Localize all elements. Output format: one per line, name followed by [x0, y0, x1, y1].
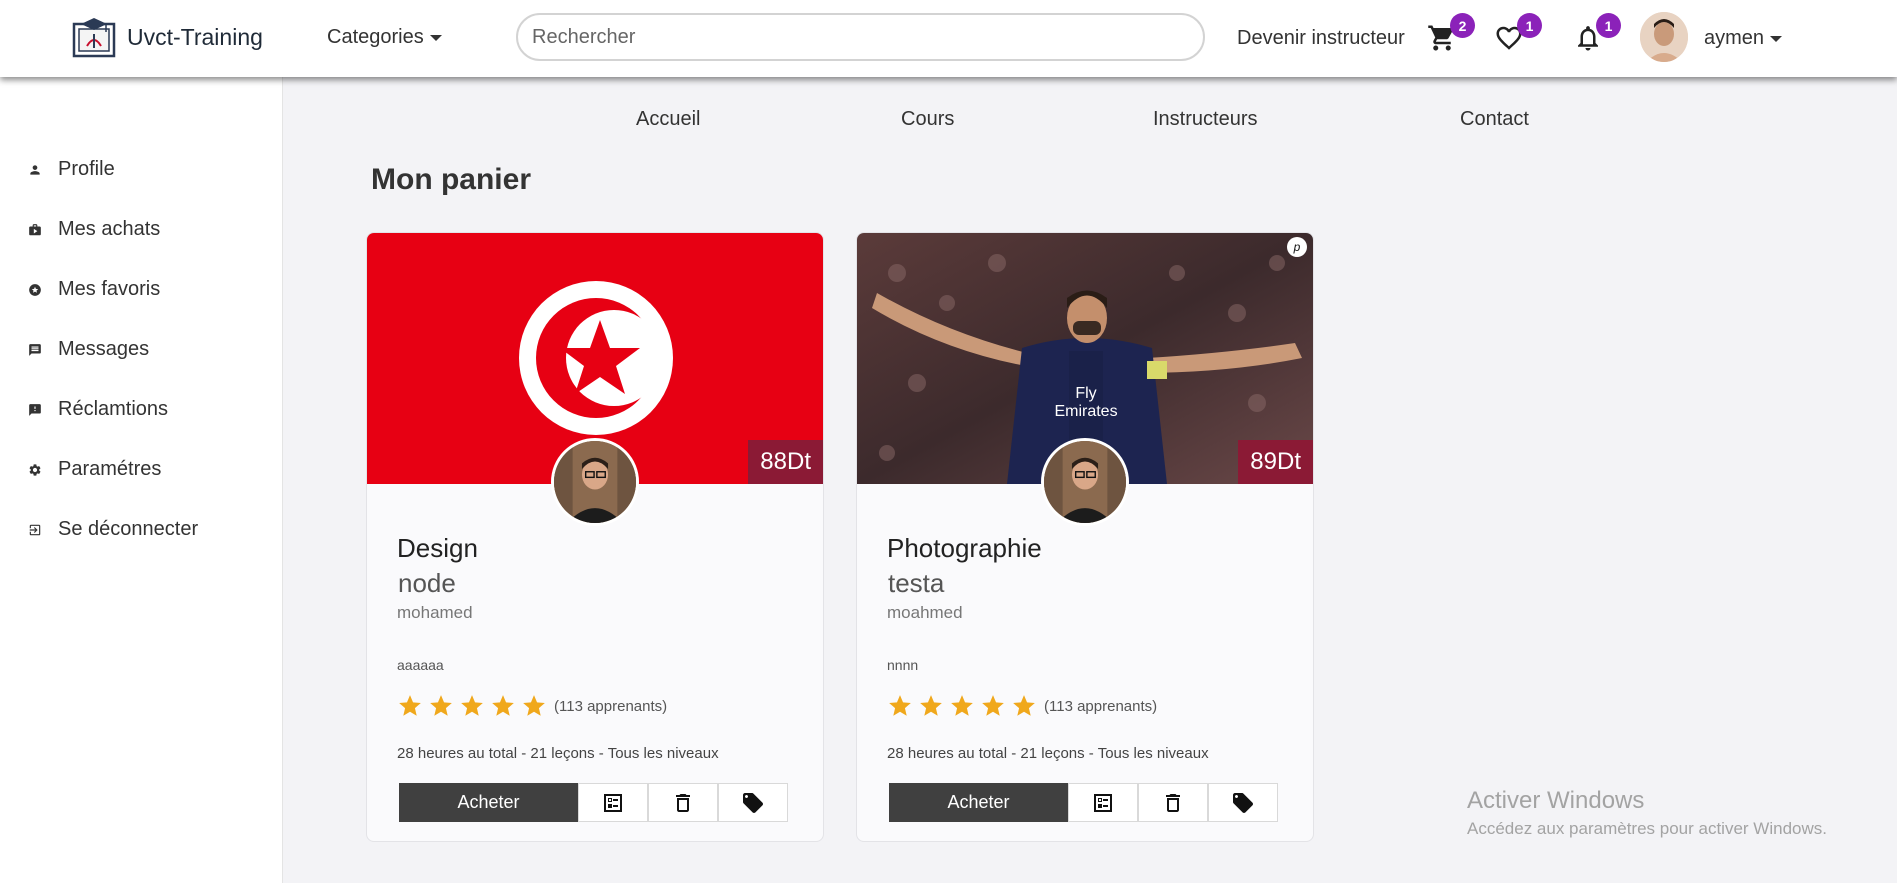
brand-logo-icon	[71, 16, 117, 58]
trash-icon	[676, 793, 690, 812]
cart-course-card: Fly Emirates p 89Dt Photographie testa m…	[856, 232, 1314, 842]
tag-icon	[743, 792, 763, 813]
star-icon	[920, 695, 942, 716]
message-icon	[29, 343, 41, 356]
remove-button[interactable]	[648, 783, 718, 822]
user-avatar[interactable]	[1640, 12, 1688, 62]
notifications-count-badge: 1	[1596, 13, 1621, 38]
rating-stars: (113 apprenants)	[397, 693, 667, 719]
card-actions: Acheter	[399, 783, 788, 822]
favorites-count-badge: 1	[1517, 13, 1542, 38]
price-tag: 88Dt	[748, 440, 823, 484]
instructor-avatar[interactable]	[1041, 438, 1129, 526]
card-actions: Acheter	[889, 783, 1278, 822]
course-title[interactable]: Design	[397, 533, 478, 564]
course-author: moahmed	[887, 603, 963, 622]
categories-label: Categories	[327, 26, 424, 48]
gear-icon	[29, 463, 41, 476]
person-icon	[30, 164, 40, 175]
sidebar-item-label: Messages	[58, 338, 150, 360]
favorites-button[interactable]: 1	[1494, 13, 1542, 57]
tag-button[interactable]	[1208, 783, 1278, 822]
watermark-title: Activer Windows	[1467, 787, 1645, 814]
course-subtitle: node	[398, 568, 456, 598]
star-icon	[461, 695, 483, 716]
list-details-icon	[604, 793, 622, 812]
sidebar-item-label: Mes achats	[58, 218, 161, 240]
star-icon	[982, 695, 1004, 716]
star-icon	[523, 695, 545, 716]
nav-link-instructors[interactable]: Instructeurs	[1153, 108, 1257, 131]
course-description: nnnn	[887, 657, 919, 673]
watermark-subtitle: Accédez aux paramètres pour activer Wind…	[1467, 819, 1827, 838]
star-icon	[492, 695, 514, 716]
sidebar-item-label: Se déconnecter	[58, 518, 199, 540]
notifications-button[interactable]: 1	[1573, 13, 1621, 57]
tag-button[interactable]	[718, 783, 788, 822]
sidebar-item-reclamations[interactable]: Réclamtions	[28, 398, 168, 421]
remove-button[interactable]	[1138, 783, 1208, 822]
windows-activation-watermark: Activer Windows Accédez aux paramètres p…	[1467, 787, 1827, 839]
star-icon	[889, 695, 911, 716]
sidebar-item-messages[interactable]: Messages	[28, 338, 149, 361]
star-icon	[1013, 695, 1035, 716]
sidebar-item-favorites[interactable]: Mes favoris	[28, 278, 160, 301]
categories-dropdown[interactable]: Categories	[327, 26, 442, 49]
sidebar-item-purchases[interactable]: Mes achats	[28, 218, 160, 241]
instructor-avatar[interactable]	[551, 438, 639, 526]
price-tag: 89Dt	[1238, 440, 1313, 484]
brand-name: Uvct-Training	[127, 23, 263, 50]
sidebar-item-label: Paramétres	[58, 458, 162, 480]
brand[interactable]: Uvct-Training	[71, 16, 263, 58]
report-icon	[29, 403, 41, 416]
course-description: aaaaaa	[397, 657, 444, 673]
course-meta: 28 heures au total - 21 leçons - Tous le…	[397, 745, 719, 762]
sidebar-item-logout[interactable]: Se déconnecter	[28, 518, 198, 541]
star-icon	[430, 695, 452, 716]
sidebar-item-label: Réclamtions	[58, 398, 169, 420]
nav-link-contact[interactable]: Contact	[1460, 108, 1529, 131]
username: aymen	[1704, 27, 1765, 49]
star-circle-icon	[29, 283, 41, 296]
list-details-icon	[1094, 793, 1112, 812]
cart-course-card: 88Dt Design node mohamed aaaaaa (113 app…	[366, 232, 824, 842]
course-title[interactable]: Photographie	[887, 533, 1042, 564]
trash-icon	[1166, 793, 1180, 812]
sidebar: Profile Mes achats Mes favoris Messages …	[0, 77, 283, 883]
svg-text:Emirates: Emirates	[1054, 403, 1117, 420]
course-author: mohamed	[397, 603, 473, 622]
sidebar-item-profile[interactable]: Profile	[28, 158, 115, 181]
details-button[interactable]	[578, 783, 648, 822]
cart-button[interactable]: 2	[1427, 13, 1475, 57]
sidebar-item-label: Profile	[58, 158, 115, 180]
svg-text:Fly: Fly	[1075, 385, 1096, 402]
become-instructor-link[interactable]: Devenir instructeur	[1237, 27, 1405, 50]
page-title: Mon panier	[371, 163, 532, 196]
caret-down-icon	[429, 34, 442, 41]
caret-down-icon	[1770, 35, 1783, 42]
nav-link-courses[interactable]: Cours	[901, 108, 954, 131]
buy-button[interactable]: Acheter	[889, 783, 1068, 822]
learners-count: (113 apprenants)	[1044, 697, 1158, 715]
course-subtitle: testa	[888, 568, 945, 598]
sidebar-item-label: Mes favoris	[58, 278, 161, 300]
pinterest-icon[interactable]: p	[1287, 237, 1307, 257]
details-button[interactable]	[1068, 783, 1138, 822]
learners-count: (113 apprenants)	[554, 697, 668, 715]
top-navbar: Uvct-Training Categories Devenir instruc…	[0, 0, 1897, 77]
search-input[interactable]	[516, 13, 1205, 61]
purchases-icon	[29, 223, 41, 235]
rating-stars: (113 apprenants)	[887, 693, 1157, 719]
star-icon	[951, 695, 973, 716]
nav-link-home[interactable]: Accueil	[636, 108, 700, 131]
logout-icon	[29, 524, 41, 535]
cart-count-badge: 2	[1450, 13, 1475, 38]
star-icon	[399, 695, 421, 716]
buy-button[interactable]: Acheter	[399, 783, 578, 822]
tag-icon	[1233, 792, 1253, 813]
user-menu[interactable]: aymen	[1704, 27, 1783, 50]
sidebar-item-settings[interactable]: Paramétres	[28, 458, 161, 481]
course-meta: 28 heures au total - 21 leçons - Tous le…	[887, 745, 1209, 762]
